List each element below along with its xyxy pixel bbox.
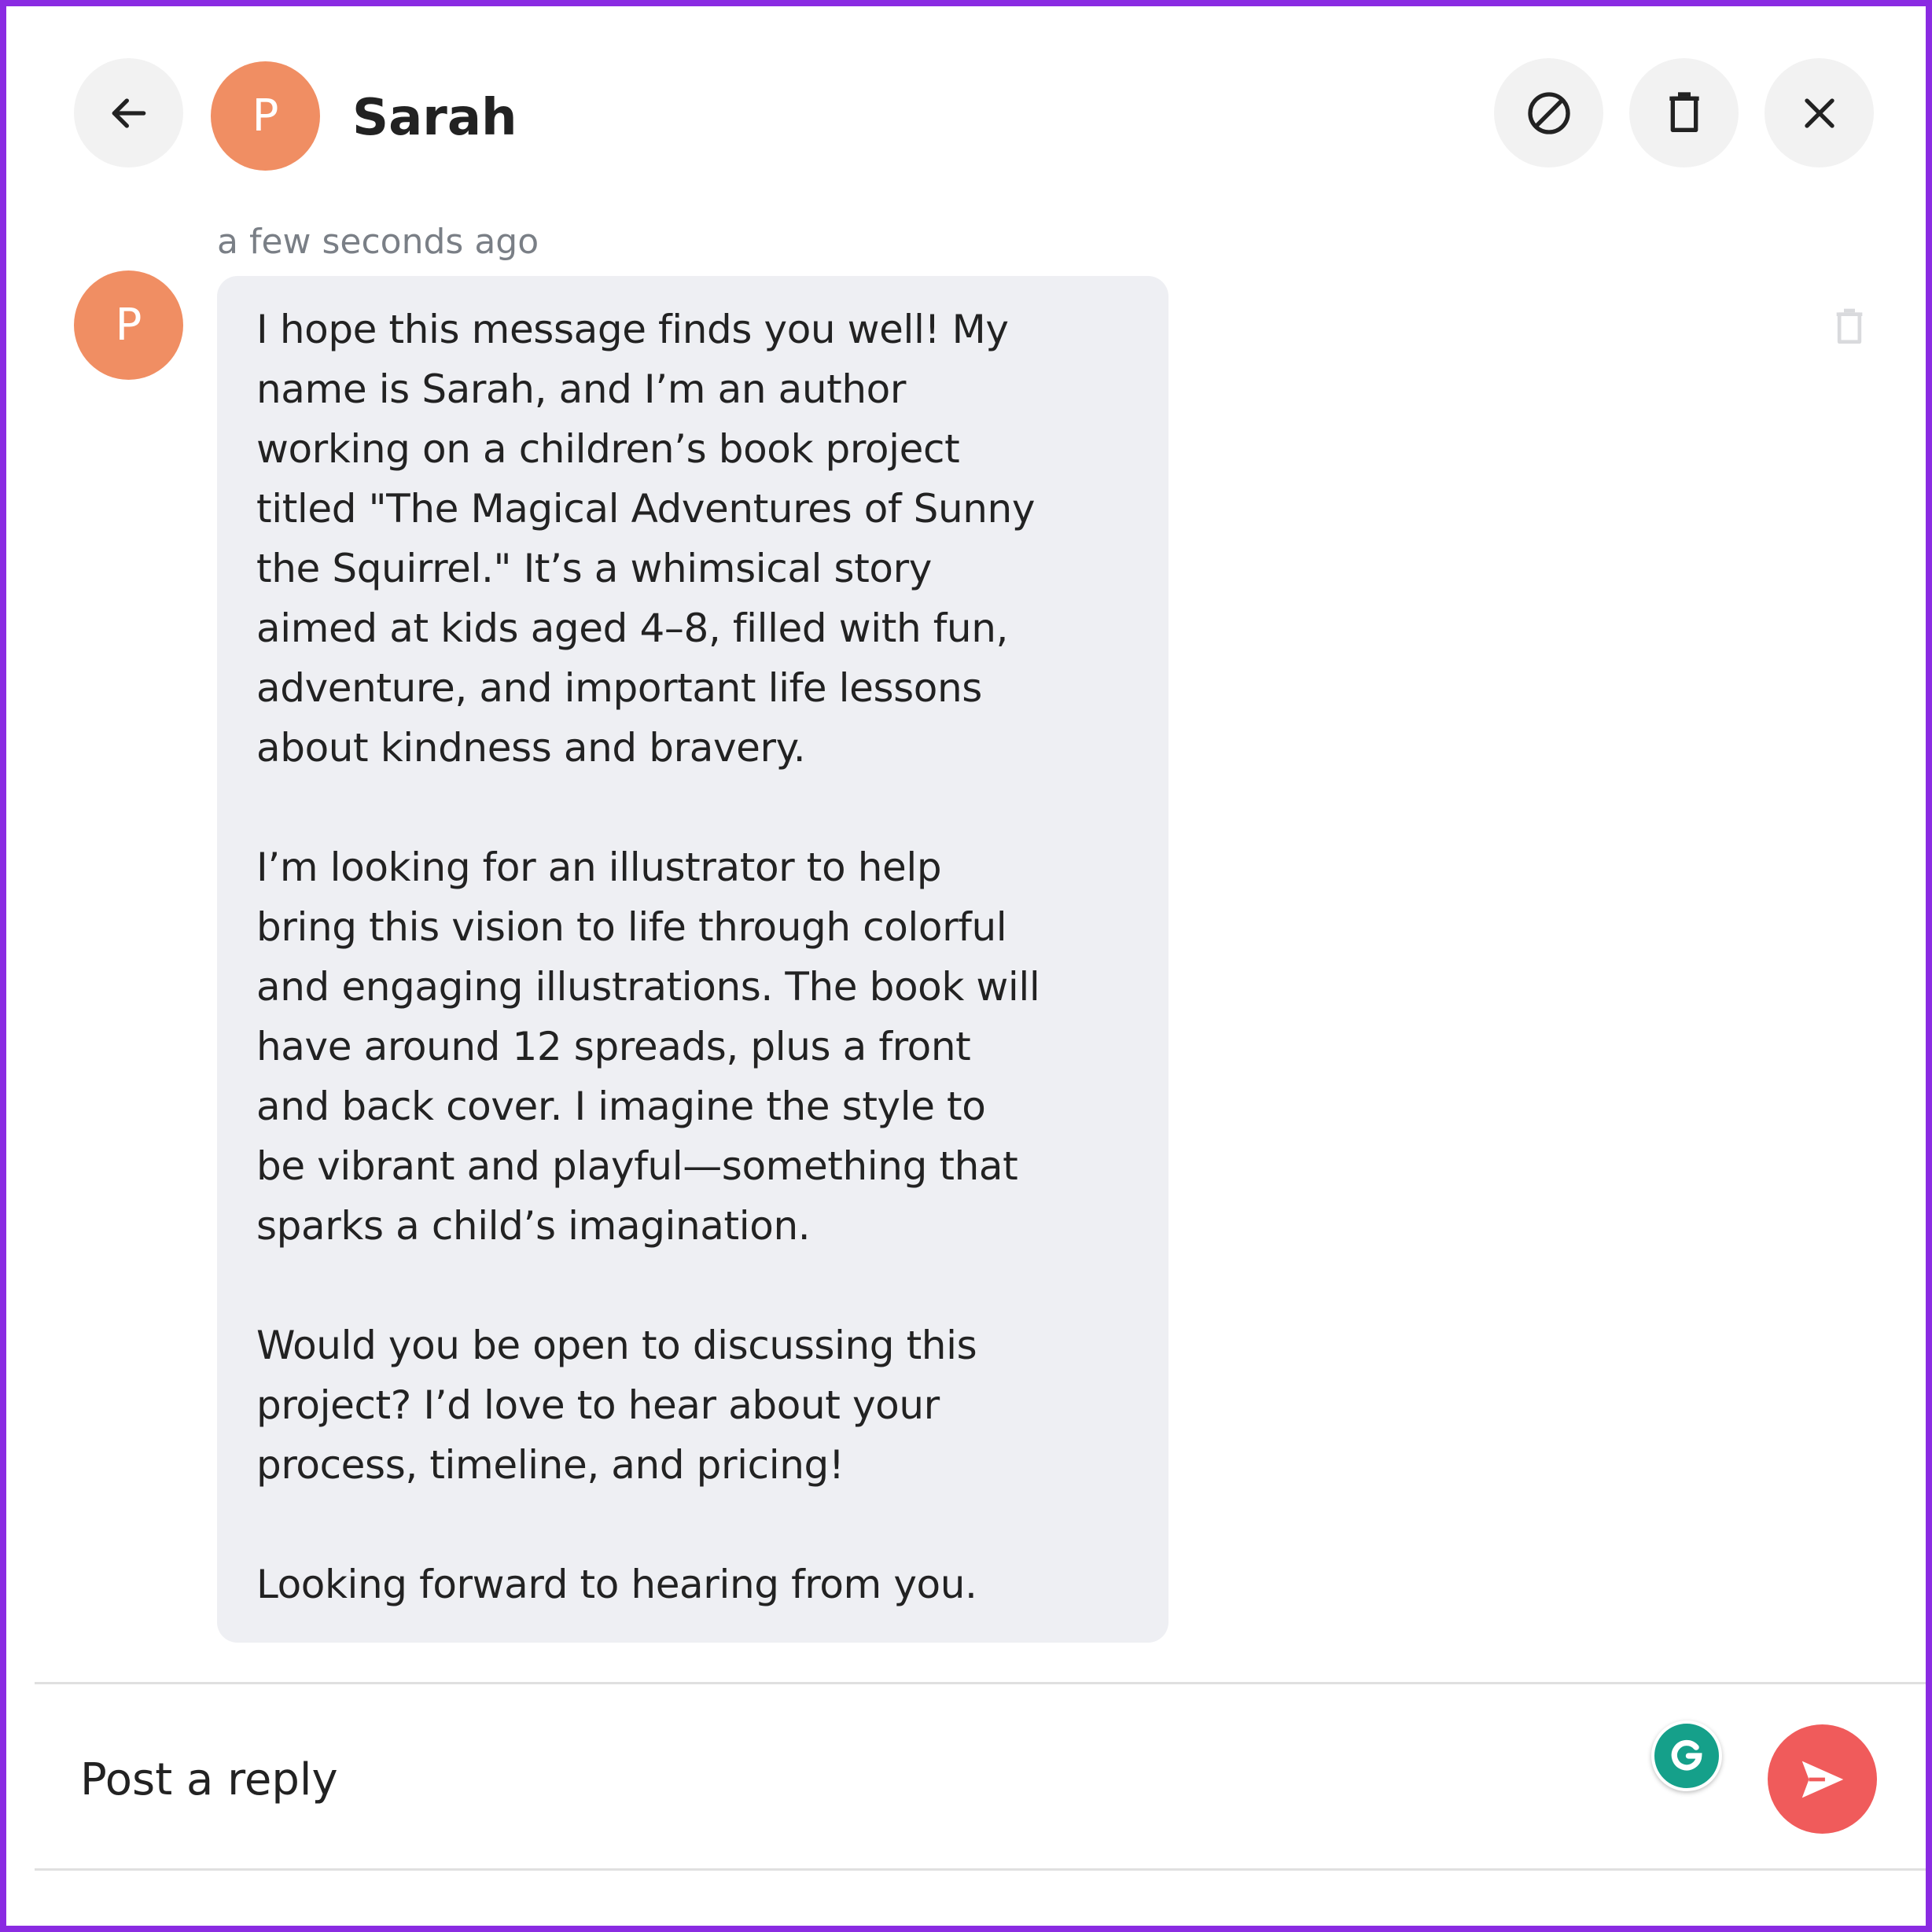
conversation-header: P Sarah — [6, 6, 1926, 211]
back-button[interactable] — [74, 58, 183, 167]
delete-message-button[interactable] — [1827, 304, 1871, 351]
contact-name: Sarah — [352, 89, 517, 147]
close-icon — [1804, 98, 1834, 128]
arrow-left-icon — [112, 98, 145, 128]
message-avatar: P — [74, 270, 183, 380]
composer-bottom-divider — [35, 1868, 1926, 1871]
grammarly-icon — [1671, 1739, 1702, 1771]
send-icon — [1801, 1761, 1843, 1798]
message-paragraph: Looking forward to hearing from you. — [256, 1562, 977, 1607]
delete-conversation-button[interactable] — [1629, 58, 1739, 167]
message-window: P Sarah a few seconds ago P I hope this … — [0, 0, 1932, 1932]
send-button[interactable] — [1768, 1724, 1877, 1834]
block-user-button[interactable] — [1494, 58, 1603, 167]
close-button[interactable] — [1765, 58, 1874, 167]
message-paragraph: Would you be open to discussing this pro… — [256, 1323, 977, 1488]
trash-icon — [1669, 91, 1699, 132]
avatar: P — [211, 61, 320, 171]
message-paragraph: I’m looking for an illustrator to help b… — [256, 845, 1040, 1249]
grammarly-button[interactable] — [1651, 1720, 1722, 1791]
avatar-initial: P — [252, 90, 279, 142]
reply-input[interactable] — [80, 1744, 1574, 1815]
message-bubble: I hope this message finds you well! My n… — [217, 276, 1168, 1643]
message-timestamp: a few seconds ago — [217, 222, 539, 262]
message-paragraph: I hope this message finds you well! My n… — [256, 307, 1036, 771]
trash-icon — [1836, 308, 1863, 344]
block-icon — [1527, 91, 1570, 134]
avatar-initial: P — [115, 300, 142, 351]
composer-top-divider — [35, 1682, 1926, 1684]
